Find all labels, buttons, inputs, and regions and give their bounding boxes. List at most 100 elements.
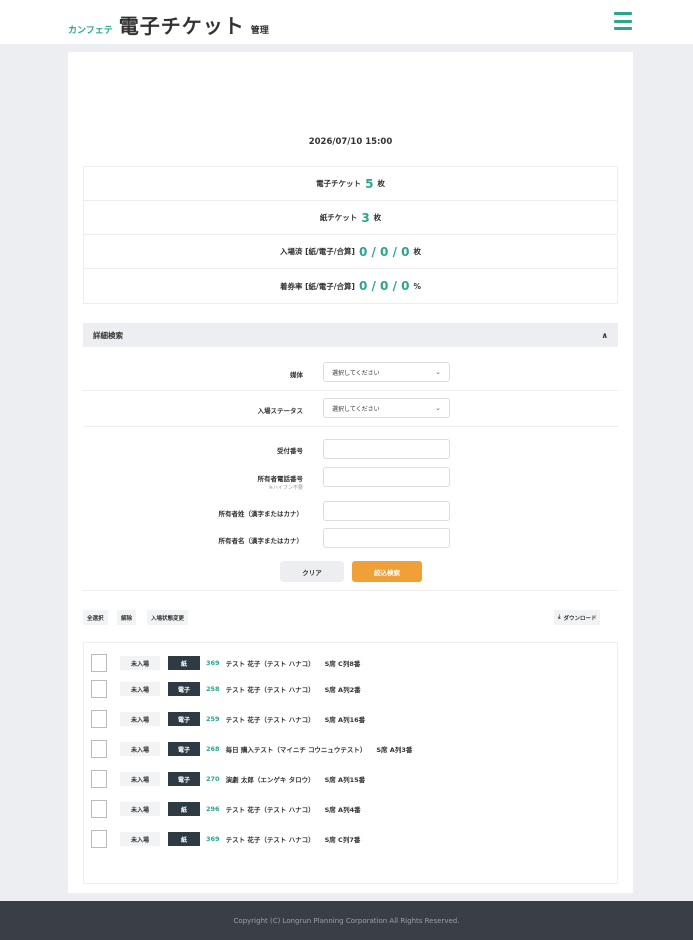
ticket-row[interactable]: 未入場 紙 296 テスト 花子（テスト ハナコ） S席 A列4番 [91,799,361,819]
entry-status: 未入場 [120,656,160,670]
owner-phone-note: ※ハイフン不要 [268,485,303,491]
medium-select-value: 選択してください [332,369,380,377]
chevron-up-icon: ∧ [601,330,609,340]
owner-name: 演劇 太郎（エンゲキ タロウ） [225,776,315,784]
divider [83,426,618,427]
ticket-type-badge: 電子 [168,742,200,756]
ticket-row[interactable]: 未入場 電子 268 毎日 購入テスト（マイニチ コウニュウテスト） S席 A列… [91,739,412,759]
owner-name: テスト 花子（テスト ハナコ） [225,686,315,694]
paper-ticket-count: 3 [361,210,370,225]
divider [83,590,618,591]
ticket-summary: 電子チケット 5 枚 紙チケット 3 枚 入場済 [紙/電子/合算] 0 / 0… [83,166,618,304]
summary-rate: 着券率 [紙/電子/合算] 0 / 0 / 0 % [84,269,617,303]
row-checkbox[interactable] [91,770,107,788]
detail-search-toggle[interactable]: 詳細検索 ∧ [83,323,618,347]
detail-search-title: 詳細検索 [93,330,123,340]
receipt-number: 270 [206,775,220,783]
owner-name: テスト 花子（テスト ハナコ） [225,716,315,724]
logo-admin: 管理 [250,26,269,36]
chevron-down-icon: ⌄ [435,404,441,412]
ticket-list: 未入場 紙 369 テスト 花子（テスト ハナコ） S席 C列8番 未入場 電子… [83,642,618,884]
owner-name: 毎日 購入テスト（マイニチ コウニュウテスト） [225,746,367,754]
logo-sub: カンフェテ [68,26,113,36]
entry-status: 未入場 [120,742,160,756]
seat: S席 A列3番 [376,746,413,754]
owner-firstname-label: 所有者名（漢字またはカナ） [218,537,304,545]
chevron-down-icon: ⌄ [435,368,441,376]
event-datetime: 2026/07/10 15:00 [308,137,393,147]
medium-label: 媒体 [290,371,303,379]
ticket-type-badge: 電子 [168,682,200,696]
receipt-number: 259 [206,715,220,723]
summary-entered: 入場済 [紙/電子/合算] 0 / 0 / 0 枚 [84,235,617,269]
owner-lastname-label: 所有者姓（漢字またはカナ） [218,510,304,518]
ticket-type-badge: 紙 [168,802,200,816]
entry-status: 未入場 [120,832,160,846]
owner-name: テスト 花子（テスト ハナコ） [225,836,315,844]
entered-unit: 枚 [413,247,421,256]
header: カンフェテ 電子チケット 管理 [0,0,693,44]
summary-e-ticket: 電子チケット 5 枚 [84,167,617,201]
receipt-number: 296 [206,805,220,813]
download-icon: ⤓ [558,614,561,620]
ticket-type-badge: 紙 [168,656,200,670]
select-all-button[interactable]: 全選択 [83,610,108,625]
seat: S席 A列15番 [324,776,366,784]
change-entry-status-button[interactable]: 入場状態変更 [147,610,189,625]
ticket-row[interactable]: 未入場 電子 258 テスト 花子（テスト ハナコ） S席 A列2番 [91,679,361,699]
entered-label: 入場済 [紙/電子/合算] [280,247,355,256]
main-card: 2026/07/10 15:00 電子チケット 5 枚 紙チケット 3 枚 入場… [68,52,633,930]
entry-status: 未入場 [120,772,160,786]
row-checkbox[interactable] [91,800,107,818]
logo-main: 電子チケット [118,14,245,38]
receipt-number-label: 受付番号 [277,447,303,455]
entry-status-select-value: 選択してください [332,405,380,413]
filter-search-button[interactable]: 絞込検索 [352,561,422,582]
ticket-row[interactable]: 未入場 電子 270 演劇 太郎（エンゲキ タロウ） S席 A列15番 [91,769,365,789]
entered-value: 0 / 0 / 0 [358,244,410,259]
owner-phone-label: 所有者電話番号 [257,475,304,483]
ticket-type-badge: 電子 [168,712,200,726]
row-checkbox[interactable] [91,710,107,728]
summary-paper-ticket: 紙チケット 3 枚 [84,201,617,235]
entry-status-label: 入場ステータス [257,407,304,415]
entry-status-select[interactable]: 選択してください ⌄ [323,398,450,418]
e-ticket-unit: 枚 [377,179,385,188]
entry-status: 未入場 [120,802,160,816]
download-label: ダウンロード [563,615,597,622]
logo[interactable]: カンフェテ 電子チケット 管理 [68,10,269,39]
owner-name: テスト 花子（テスト ハナコ） [225,660,315,668]
row-checkbox[interactable] [91,740,107,758]
download-button[interactable]: ⤓ ダウンロード [554,610,601,625]
e-ticket-label: 電子チケット [316,179,362,188]
hamburger-menu-icon[interactable] [614,12,632,30]
ticket-type-badge: 紙 [168,832,200,846]
seat: S席 C列8番 [324,660,361,668]
receipt-number: 369 [206,659,220,667]
receipt-number: 268 [206,745,220,753]
ticket-row[interactable]: 未入場 紙 369 テスト 花子（テスト ハナコ） S席 C列8番 [91,653,360,673]
rate-label: 着券率 [紙/電子/合算] [280,281,355,291]
row-checkbox[interactable] [91,680,107,698]
receipt-number: 369 [206,835,220,843]
footer-copyright: Copyright (C) Longrun Planning Corporati… [0,901,693,940]
row-checkbox[interactable] [91,654,107,672]
ticket-row[interactable]: 未入場 電子 259 テスト 花子（テスト ハナコ） S席 A列16番 [91,709,365,729]
divider [83,390,618,391]
owner-lastname-input[interactable] [323,501,450,521]
clear-button[interactable]: クリア [280,561,344,582]
deselect-button[interactable]: 解除 [117,610,137,625]
receipt-number-input[interactable] [323,439,450,459]
ticket-row[interactable]: 未入場 紙 369 テスト 花子（テスト ハナコ） S席 C列7番 [91,829,360,849]
owner-firstname-input[interactable] [323,528,450,548]
medium-select[interactable]: 選択してください ⌄ [323,362,450,382]
owner-name: テスト 花子（テスト ハナコ） [225,806,315,814]
seat: S席 A列2番 [324,686,361,694]
entry-status: 未入場 [120,712,160,726]
seat: S席 A列16番 [324,716,366,724]
row-checkbox[interactable] [91,830,107,848]
paper-ticket-label: 紙チケット [319,213,358,222]
owner-phone-input[interactable] [323,467,450,487]
e-ticket-count: 5 [365,176,374,191]
entry-status: 未入場 [120,682,160,696]
